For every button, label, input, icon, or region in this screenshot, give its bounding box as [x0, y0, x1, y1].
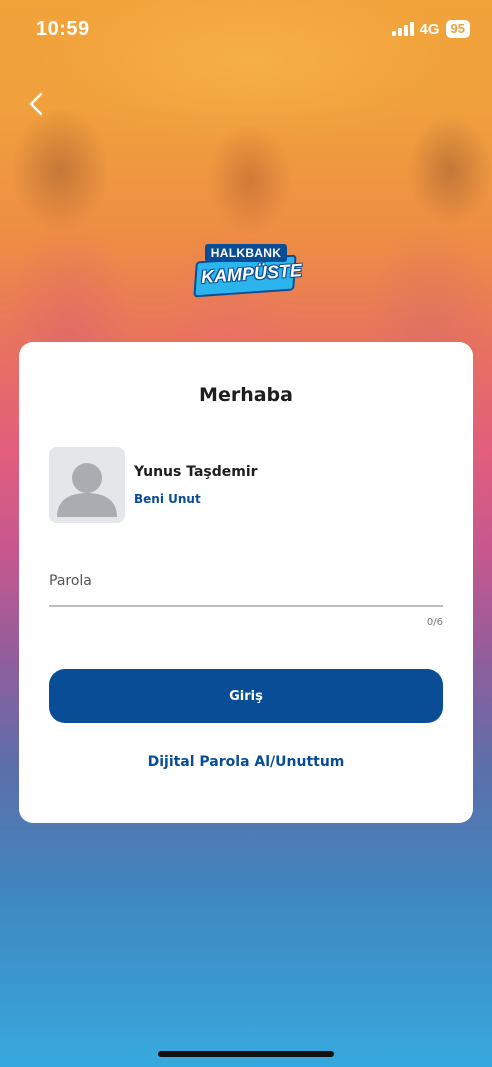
digital-password-link[interactable]: Dijital Parola Al/Unuttum [19, 754, 473, 770]
avatar [49, 447, 125, 523]
user-name: Yunus Taşdemir [134, 464, 258, 480]
battery-icon: 95 [445, 20, 470, 38]
login-button[interactable]: Giriş [49, 669, 443, 723]
password-input[interactable] [49, 557, 443, 605]
user-placeholder-icon [57, 463, 117, 517]
card-title: Merhaba [199, 384, 293, 406]
forget-me-link[interactable]: Beni Unut [134, 492, 201, 506]
login-card: Merhaba Yunus Taşdemir Beni Unut 0/6 Gir… [19, 342, 473, 823]
home-indicator[interactable] [158, 1051, 334, 1057]
chevron-left-icon [29, 92, 43, 116]
halkbank-kampuste-logo: HALKBANK KAMPÜSTE [193, 244, 303, 302]
status-indicators: 4G 95 [391, 20, 470, 38]
back-button[interactable] [22, 90, 50, 118]
status-bar: 10:59 4G 95 [0, 0, 492, 60]
status-time: 10:59 [36, 18, 90, 40]
logo-top-text: HALKBANK [205, 244, 287, 262]
password-field[interactable] [49, 557, 443, 607]
signal-icon [391, 22, 414, 36]
password-char-counter: 0/6 [426, 617, 443, 628]
network-type: 4G [419, 20, 440, 38]
